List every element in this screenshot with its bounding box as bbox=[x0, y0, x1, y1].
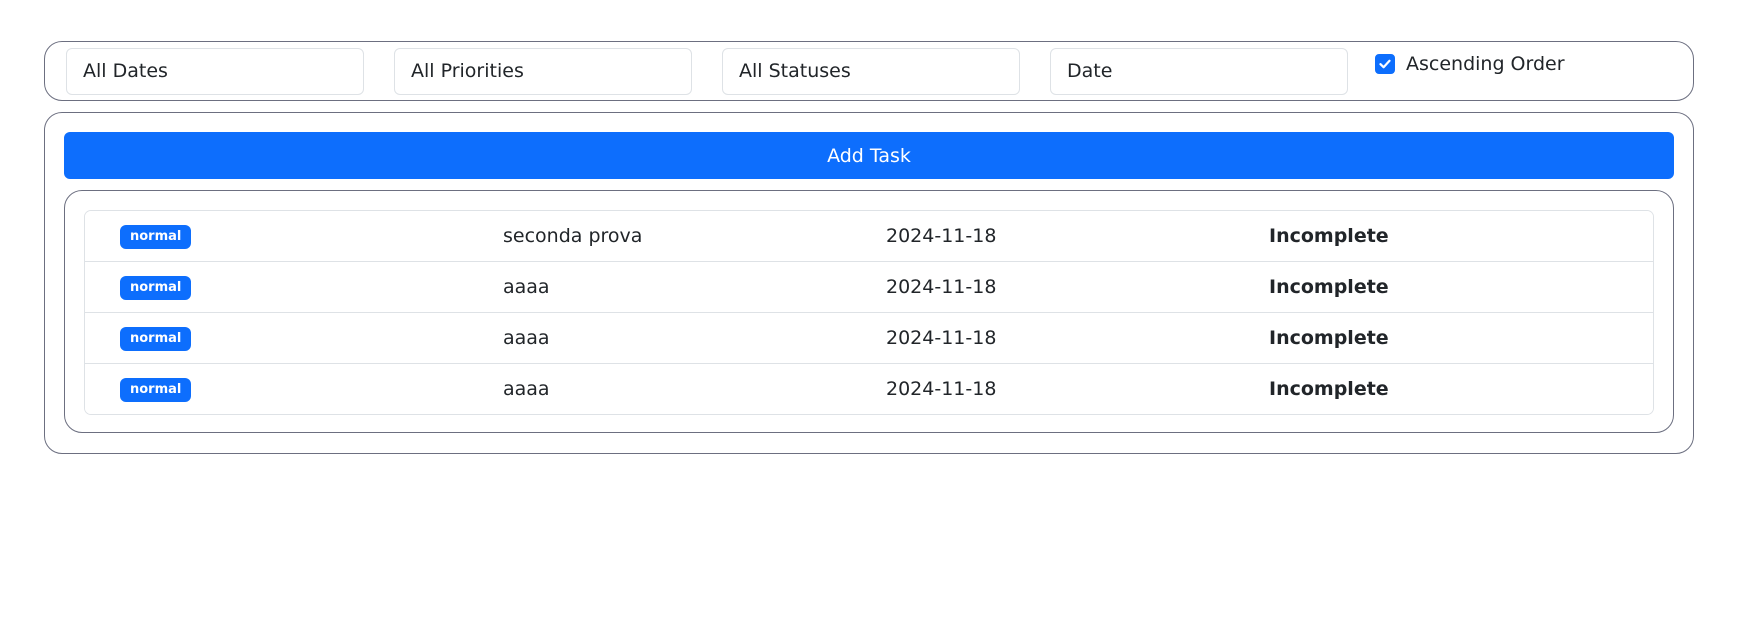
task-list-container: normal seconda prova 2024-11-18 Incomple… bbox=[64, 190, 1674, 433]
task-list: normal seconda prova 2024-11-18 Incomple… bbox=[84, 210, 1654, 415]
task-title: aaaa bbox=[503, 378, 550, 400]
priority-badge: normal bbox=[120, 327, 192, 351]
task-status: Incomplete bbox=[1269, 327, 1389, 349]
task-status: Incomplete bbox=[1269, 378, 1389, 400]
filter-bar: All Dates All Priorities All Statuses Da… bbox=[44, 41, 1694, 101]
sort-by-select[interactable]: Date bbox=[1050, 48, 1348, 95]
ascending-order-toggle[interactable]: Ascending Order bbox=[1375, 51, 1565, 77]
task-title: aaaa bbox=[503, 276, 550, 298]
priority-filter-select[interactable]: All Priorities bbox=[394, 48, 692, 95]
task-panel: Add Task normal seconda prova 2024-11-18… bbox=[44, 112, 1694, 454]
ascending-order-checkbox[interactable] bbox=[1375, 54, 1395, 74]
task-row[interactable]: normal aaaa 2024-11-18 Incomplete bbox=[85, 313, 1653, 364]
priority-badge: normal bbox=[120, 378, 192, 402]
task-row[interactable]: normal seconda prova 2024-11-18 Incomple… bbox=[85, 211, 1653, 262]
ascending-order-label: Ascending Order bbox=[1406, 53, 1565, 75]
task-status: Incomplete bbox=[1269, 276, 1389, 298]
task-date: 2024-11-18 bbox=[886, 327, 997, 349]
check-icon bbox=[1379, 59, 1391, 69]
task-date: 2024-11-18 bbox=[886, 276, 997, 298]
task-date: 2024-11-18 bbox=[886, 378, 997, 400]
priority-badge: normal bbox=[120, 276, 192, 300]
task-date: 2024-11-18 bbox=[886, 225, 997, 247]
date-filter-select[interactable]: All Dates bbox=[66, 48, 364, 95]
add-task-button[interactable]: Add Task bbox=[64, 132, 1674, 179]
task-row[interactable]: normal aaaa 2024-11-18 Incomplete bbox=[85, 364, 1653, 414]
task-title: aaaa bbox=[503, 327, 550, 349]
status-filter-select[interactable]: All Statuses bbox=[722, 48, 1020, 95]
task-row[interactable]: normal aaaa 2024-11-18 Incomplete bbox=[85, 262, 1653, 313]
task-status: Incomplete bbox=[1269, 225, 1389, 247]
task-title: seconda prova bbox=[503, 225, 643, 247]
priority-badge: normal bbox=[120, 225, 192, 249]
